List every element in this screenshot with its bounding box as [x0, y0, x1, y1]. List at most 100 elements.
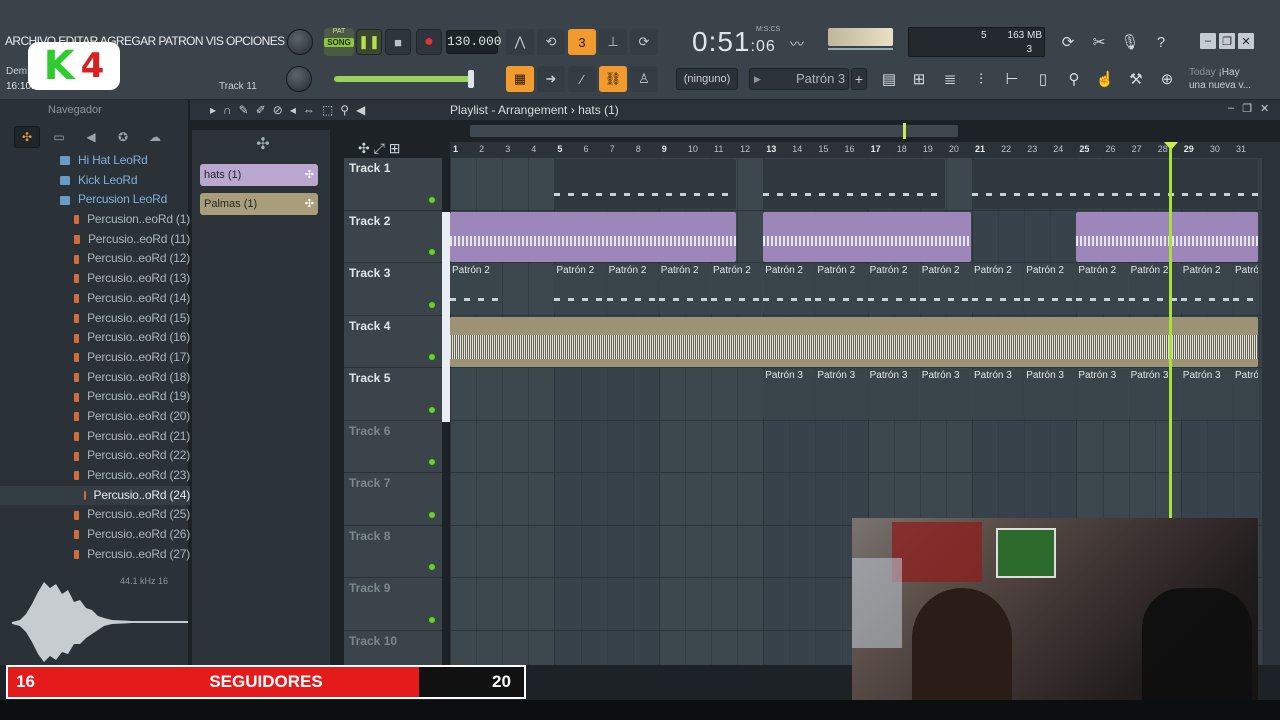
arrangement-clip[interactable]: Patrón 3 [1024, 369, 1076, 419]
master-knob[interactable] [287, 29, 313, 55]
arrangement-clip[interactable]: Patrón 3 [1233, 369, 1259, 419]
track-lane[interactable] [450, 421, 1262, 473]
browser-file[interactable]: Percusio..eoRd (14) [0, 289, 190, 309]
select-icon[interactable]: ⬚ [322, 100, 333, 120]
track-mute-led[interactable] [428, 248, 436, 256]
browser-file[interactable]: Percusio..eoRd (11) [0, 230, 190, 250]
browser-file[interactable]: Percusio..oRd (24) [0, 485, 190, 506]
arrangement-clip[interactable] [450, 211, 737, 262]
arrangement-clip[interactable]: Patrón 2 [1076, 264, 1128, 314]
track-mute-led[interactable] [428, 458, 436, 466]
arrangement-clip[interactable]: Patrón 2 [658, 264, 710, 314]
arrangement-clip[interactable] [1076, 211, 1259, 262]
cart-icon[interactable]: ⊕ [1154, 66, 1180, 92]
track-mute-led[interactable] [428, 353, 436, 361]
step-edit-icon[interactable]: ⊥ [599, 29, 627, 55]
wrench-icon[interactable]: ⚒ [1123, 66, 1149, 92]
close-icon[interactable]: ✕ [1238, 33, 1254, 49]
track-header[interactable]: Track 7 [344, 473, 442, 526]
browser-back-icon[interactable]: ◀ [78, 126, 104, 148]
stop-button[interactable]: ■ [385, 29, 411, 55]
pattern-select[interactable]: Patrón 3 [749, 68, 849, 90]
metronome-icon[interactable]: ⋀ [506, 29, 534, 55]
link-icon[interactable]: ⛓ [599, 66, 627, 92]
record-button[interactable]: ● [416, 29, 442, 55]
browser-files-icon[interactable]: ▭ [46, 126, 72, 148]
browser-file[interactable]: Percusio..eoRd (16) [0, 328, 190, 348]
pat-song-toggle[interactable]: PAT SONG [324, 28, 354, 56]
pl-minimize-icon[interactable]: ‒ [1228, 102, 1234, 115]
browser-file[interactable]: Percusio..eoRd (12) [0, 249, 190, 269]
browser-folder[interactable]: Percusion LeoRd [0, 190, 190, 210]
tools-icon[interactable]: ✂ [1086, 29, 1112, 55]
arrangement-clip[interactable]: Patrón 2 [972, 264, 1024, 314]
browser-cloud-icon[interactable]: ☁ [142, 126, 168, 148]
arrow-right-icon[interactable]: ➜ [537, 66, 565, 92]
pitch-knob[interactable] [286, 66, 312, 92]
track-header[interactable]: Track 9 [344, 578, 442, 631]
arrangement-clip[interactable]: Patrón 3 [1180, 369, 1232, 419]
arrangement-clip[interactable]: Patrón 2 [554, 264, 606, 314]
mute-icon[interactable]: ◂ [290, 100, 296, 120]
play-arrow-icon[interactable]: ▸ [210, 100, 216, 120]
channel-rack-icon[interactable]: ⊞ [906, 66, 932, 92]
news-panel[interactable]: Today ¡Hay una nueva v... [1189, 66, 1251, 92]
arrangement-clip[interactable]: Patrón 3 [1128, 369, 1180, 419]
arrangement-clip[interactable]: Patrón 2 [1128, 264, 1180, 314]
pl-close-icon[interactable]: ✕ [1260, 102, 1269, 115]
track-header[interactable]: Track 8 [344, 526, 442, 578]
pl-max-icon[interactable]: ❐ [1242, 102, 1252, 115]
arrangement-clip[interactable]: Patrón 3 [972, 369, 1024, 419]
track-header[interactable]: Track 2 [344, 211, 442, 263]
clip-source-item[interactable]: Palmas (1) ✣ [200, 193, 318, 215]
track-header[interactable]: Track 5 [344, 368, 442, 421]
loop-record-icon[interactable]: ⟳ [630, 29, 658, 55]
pause-button[interactable]: ❚❚ [356, 29, 382, 55]
magnet-icon[interactable]: ∩ [223, 100, 232, 120]
track-header[interactable]: Track 4 [344, 316, 442, 368]
arrangement-clip[interactable]: Patrón 3 [1076, 369, 1128, 419]
paint-icon[interactable]: ✐ [256, 100, 266, 120]
master-volume-slider[interactable] [334, 76, 474, 82]
clip-source-drag-icon[interactable]: ✣ [305, 164, 314, 186]
browser-plugin-icon[interactable]: ✪ [110, 126, 136, 148]
track-header[interactable]: Track 1 [344, 158, 442, 211]
playlist-icon[interactable]: ▤ [876, 66, 902, 92]
playlist-nav-icons[interactable]: ✣ ⤢ ⊞ [344, 140, 442, 158]
arrangement-clip[interactable]: Patrón 2 [1233, 264, 1259, 314]
track-mute-led[interactable] [428, 563, 436, 571]
browser-file[interactable]: Percusio..eoRd (18) [0, 368, 190, 388]
time-format-label[interactable]: M:S:CS [756, 26, 780, 33]
arrangement-clip[interactable]: Patrón 2 [763, 264, 815, 314]
speaker-icon[interactable]: ◀ [356, 100, 365, 120]
plugin-icon[interactable]: ⚲ [1061, 66, 1087, 92]
pencil-icon[interactable]: ✎ [239, 100, 249, 120]
browser-file[interactable]: Percusio..eoRd (21) [0, 427, 190, 447]
browser-file[interactable]: Percusio..eoRd (25) [0, 505, 190, 525]
file-icon[interactable]: ▯ [1030, 66, 1056, 92]
timeline-ruler[interactable]: 1 2 3 4 5 6 7 8 9 10 11 12 13 14 15 16 17 18 19 20 21 22 23 24 2… [450, 142, 1262, 158]
browser-folder[interactable]: Kick LeoRd [0, 171, 190, 191]
arrangement-clip[interactable] [450, 316, 1259, 367]
browser-folder[interactable]: Hi Hat LeoRd [0, 151, 190, 171]
master-volume-handle[interactable] [468, 70, 474, 88]
arrangement-clip[interactable] [763, 159, 945, 209]
vertical-scrollbar[interactable] [1262, 142, 1280, 665]
browser-file[interactable]: Percusio..eoRd (22) [0, 446, 190, 466]
browser-file[interactable]: Percusion..eoRd (1) [0, 210, 190, 230]
tempo-display[interactable]: 130.000 [446, 30, 502, 54]
countdown-icon[interactable]: 3 [568, 29, 596, 55]
horizontal-scrollbar[interactable] [470, 125, 958, 137]
arrangement-clip[interactable]: Patrón 3 [919, 369, 971, 419]
track-mute-led[interactable] [428, 195, 436, 204]
slip-icon[interactable]: ⇔ [303, 100, 315, 120]
arrangement-clip[interactable]: Patrón 2 [815, 264, 867, 314]
arrangement-clip[interactable]: Patrón 2 [1180, 264, 1232, 314]
track-mute-led[interactable] [428, 615, 436, 624]
delete-icon[interactable]: ⊘ [273, 100, 283, 120]
brush-icon[interactable]: ⁄ [568, 66, 596, 92]
help-icon[interactable]: ? [1148, 29, 1174, 55]
track-header[interactable]: Track 6 [344, 421, 442, 473]
browser-file[interactable]: Percusio..eoRd (15) [0, 309, 190, 329]
restore-icon[interactable]: ❐ [1219, 33, 1235, 49]
